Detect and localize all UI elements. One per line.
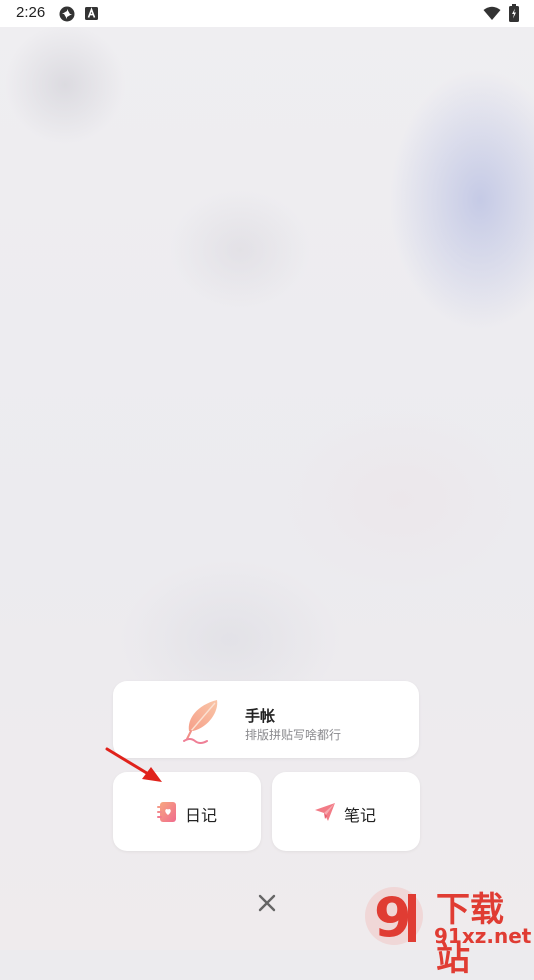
red-arrow-icon xyxy=(105,747,162,782)
sync-icon xyxy=(59,6,75,22)
paper-plane-icon xyxy=(315,803,335,821)
handbook-subtitle: 排版拼贴写啥都行 xyxy=(245,728,342,742)
notes-label: 笔记 xyxy=(344,806,377,825)
watermark-logo-glyph: 9 xyxy=(374,886,412,948)
watermark-site: 91xz.net xyxy=(434,924,532,948)
diary-book-icon xyxy=(157,802,176,822)
wifi-icon xyxy=(483,6,501,20)
status-time: 2:26 xyxy=(16,4,46,21)
watermark-logo-icon: 9 xyxy=(365,886,423,948)
watermark: 9 下载站 91xz.net xyxy=(362,880,534,979)
status-bar: 2:26 xyxy=(0,0,534,27)
diary-label: 日记 xyxy=(185,806,218,825)
feather-icon xyxy=(183,700,218,744)
handbook-title: 手帐 xyxy=(245,707,276,725)
battery-icon xyxy=(509,4,519,22)
notes-option-card[interactable]: 笔记 xyxy=(272,772,420,851)
accessibility-a-icon xyxy=(85,7,98,20)
close-icon[interactable] xyxy=(252,888,282,918)
blurred-background xyxy=(0,0,534,950)
